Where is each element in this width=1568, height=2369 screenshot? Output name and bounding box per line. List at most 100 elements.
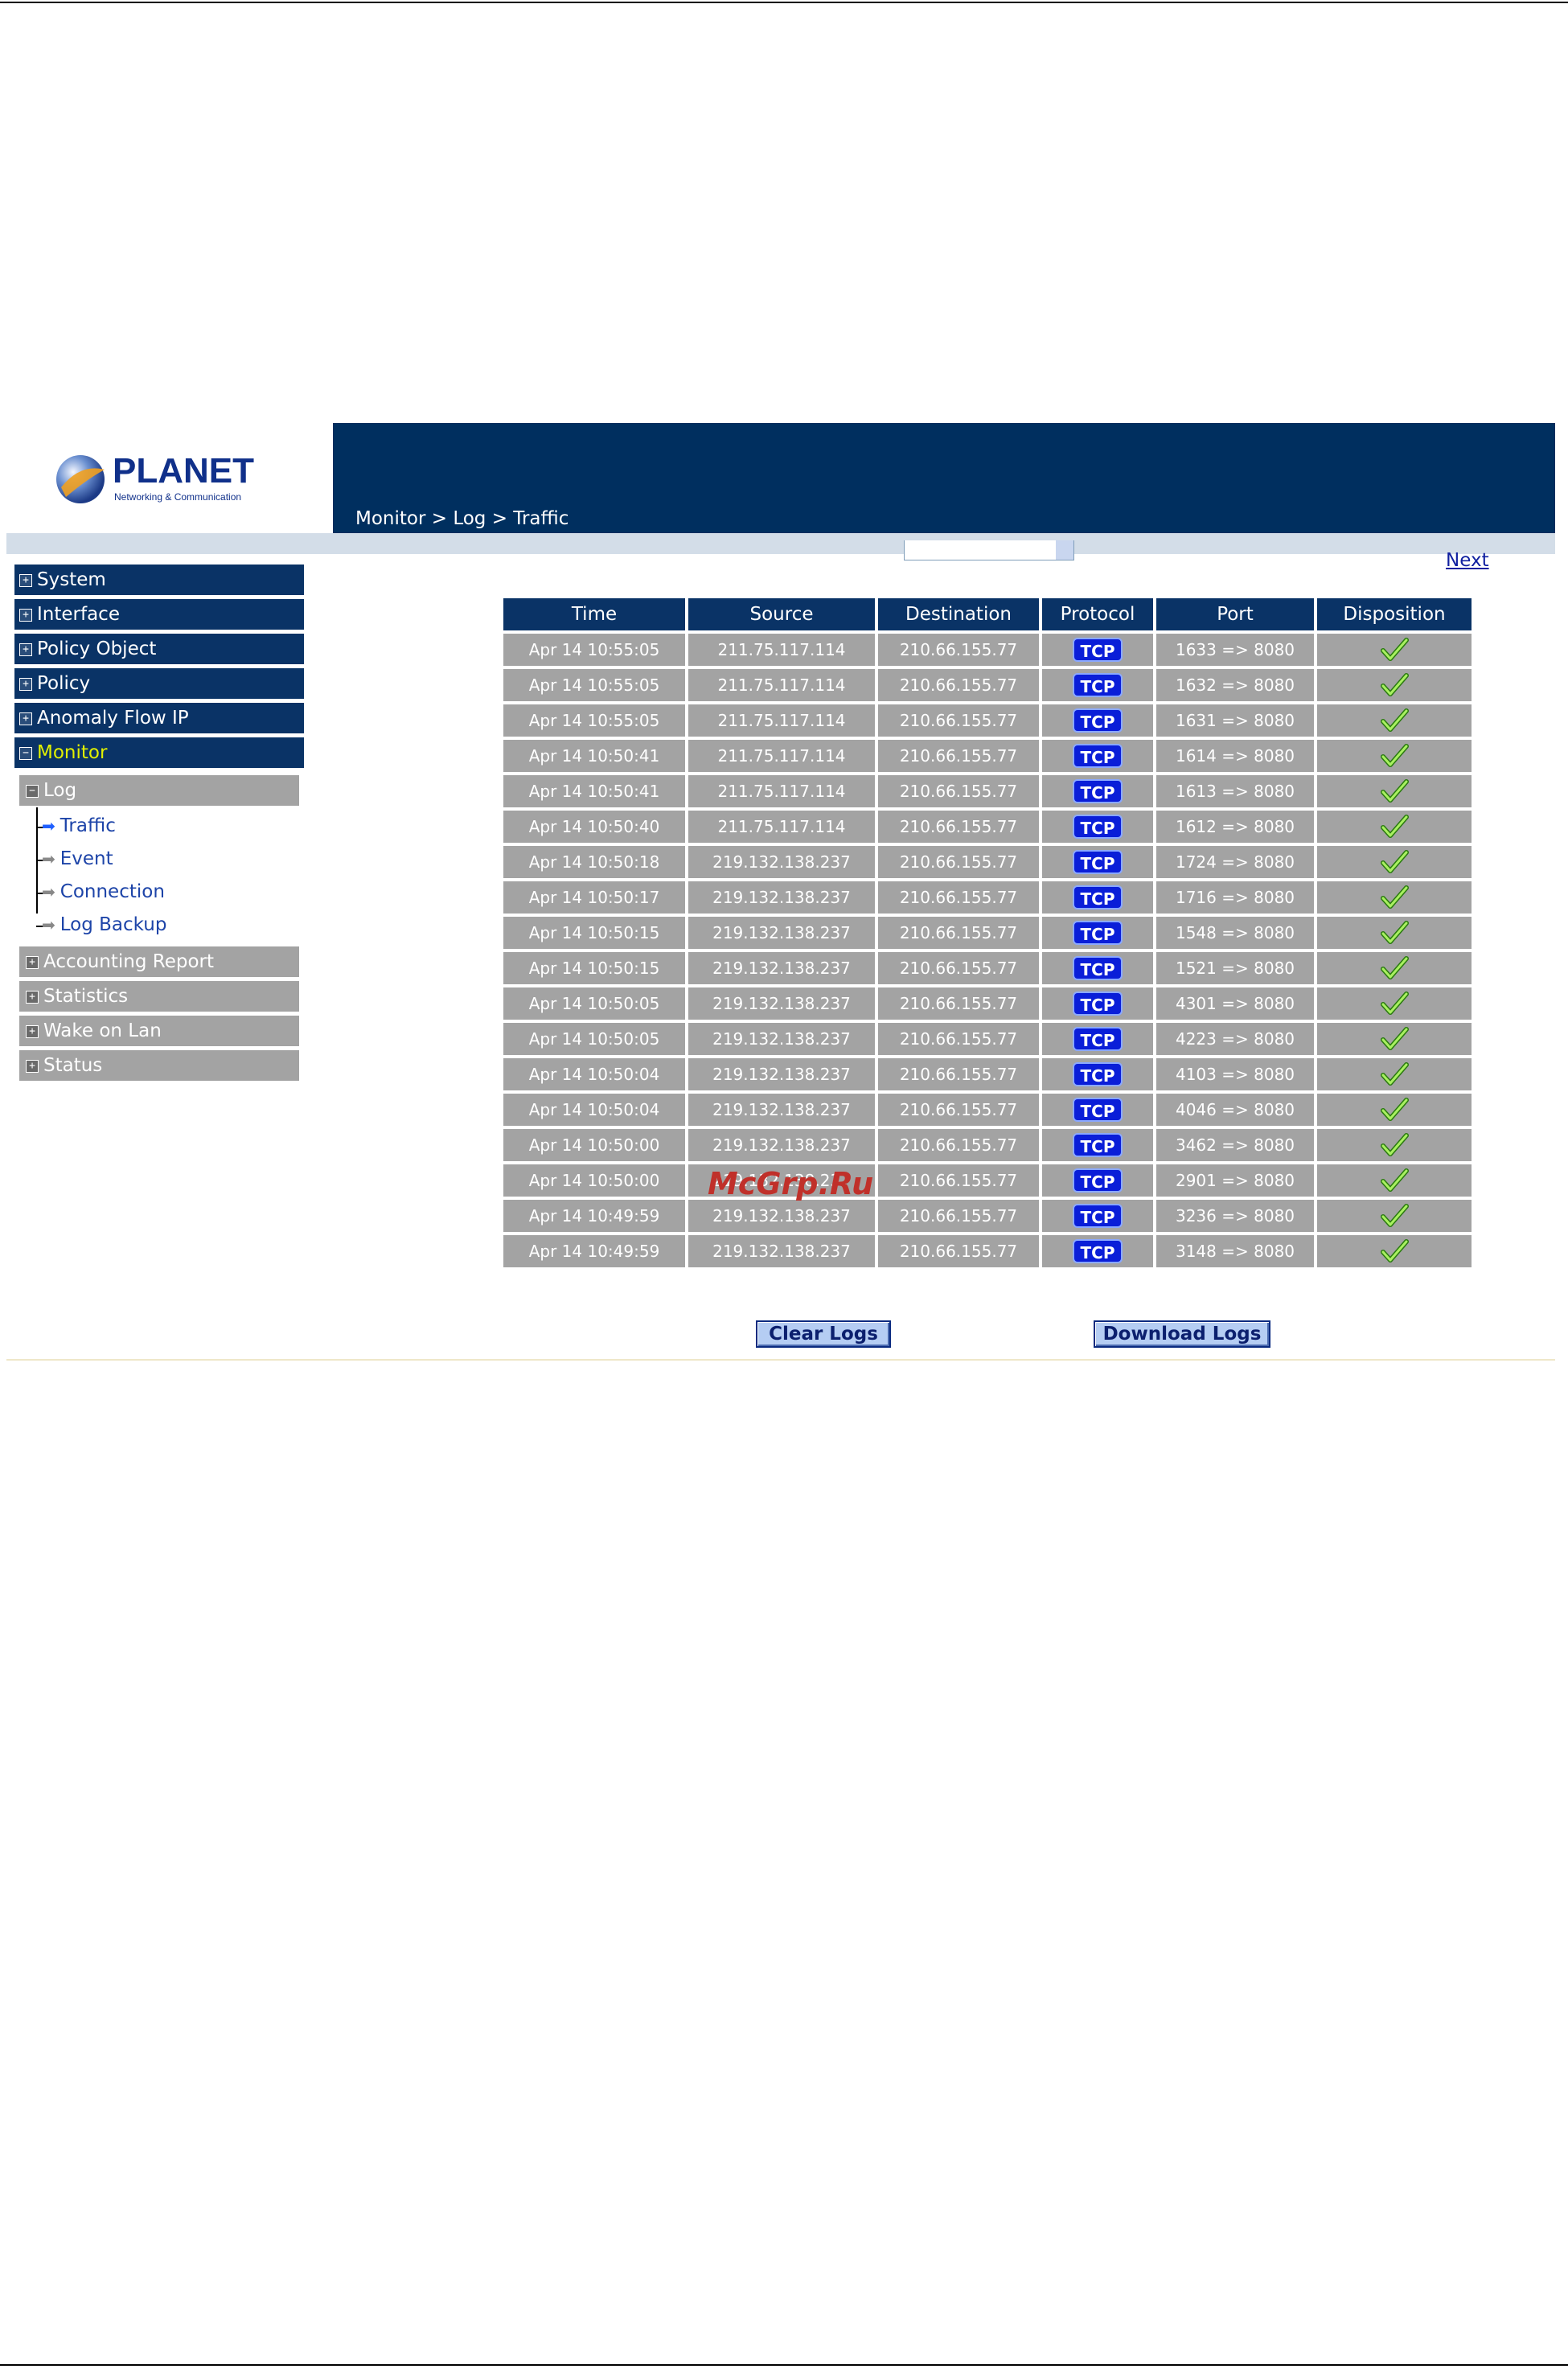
cell-protocol: TCP: [1042, 1129, 1153, 1161]
clear-logs-button[interactable]: Clear Logs: [756, 1320, 891, 1348]
check-icon: [1381, 921, 1409, 944]
cell-port: 3236 => 8080: [1156, 1200, 1314, 1232]
download-logs-button[interactable]: Download Logs: [1094, 1320, 1270, 1348]
cell-source: 211.75.117.114: [688, 740, 875, 772]
check-icon: [1381, 1133, 1409, 1156]
cell-source: 219.132.138.237: [688, 846, 875, 878]
cell-time: Apr 14 10:50:00: [503, 1164, 685, 1197]
sidebar-subitem-log[interactable]: − Log: [19, 775, 299, 806]
cell-disposition: [1317, 775, 1472, 807]
cell-destination: 210.66.155.77: [878, 1164, 1039, 1197]
sidebar-item-label: Interface: [37, 604, 120, 625]
cell-time: Apr 14 10:50:41: [503, 775, 685, 807]
cell-port: 1613 => 8080: [1156, 775, 1314, 807]
cell-disposition: [1317, 669, 1472, 701]
sidebar-subitem-label: Accounting Report: [43, 951, 214, 972]
sidebar-subitem-label: Status: [43, 1055, 103, 1076]
cell-time: Apr 14 10:50:00: [503, 1129, 685, 1161]
cell-time: Apr 14 10:49:59: [503, 1200, 685, 1232]
cell-protocol: TCP: [1042, 704, 1153, 737]
column-header-disposition: Disposition: [1317, 598, 1472, 630]
tcp-badge-icon: TCP: [1073, 638, 1123, 662]
cell-disposition: [1317, 704, 1472, 737]
cell-port: 1633 => 8080: [1156, 634, 1314, 666]
cell-port: 2901 => 8080: [1156, 1164, 1314, 1197]
column-header-destination: Destination: [878, 598, 1039, 630]
cell-source: 219.132.138.237: [688, 952, 875, 984]
cell-destination: 210.66.155.77: [878, 811, 1039, 843]
sidebar-subitem-label: Log: [43, 780, 77, 801]
cell-source: 219.132.138.237: [688, 917, 875, 949]
table-row: Apr 14 10:55:05 211.75.117.114 210.66.155.…: [503, 704, 1472, 737]
tcp-badge-icon: TCP: [1073, 673, 1123, 697]
sidebar-item-policy-object[interactable]: + Policy Object: [14, 634, 304, 664]
cell-source: 211.75.117.114: [688, 704, 875, 737]
sidebar-item-policy[interactable]: + Policy: [14, 668, 304, 699]
log-item-event[interactable]: ➡ Event: [42, 847, 113, 871]
sidebar-subitem-statistics[interactable]: + Statistics: [19, 981, 299, 1012]
expand-icon: +: [19, 574, 32, 587]
cell-time: Apr 14 10:50:04: [503, 1058, 685, 1090]
table-row: Apr 14 10:50:00 219.132.138.237 210.66.155…: [503, 1129, 1472, 1161]
sidebar-item-interface[interactable]: + Interface: [14, 599, 304, 630]
expand-icon: +: [26, 956, 39, 969]
next-page-link[interactable]: Next: [1446, 550, 1489, 571]
table-header-row: Time Source Destination Protocol Port Di…: [503, 598, 1472, 630]
page-select[interactable]: [904, 540, 1074, 560]
check-icon: [1381, 708, 1409, 732]
log-item-log-backup[interactable]: ➡ Log Backup: [42, 913, 166, 937]
log-item-label: Connection: [60, 881, 165, 902]
cell-time: Apr 14 10:55:05: [503, 704, 685, 737]
cell-source: 219.132.138.237: [688, 1200, 875, 1232]
sidebar-subitem-accounting-report[interactable]: + Accounting Report: [19, 946, 299, 977]
column-header-port: Port: [1156, 598, 1314, 630]
logo-tagline: Networking & Communication: [114, 491, 241, 503]
table-row: Apr 14 10:50:04 219.132.138.237 210.66.155…: [503, 1058, 1472, 1090]
expand-icon: +: [19, 643, 32, 656]
tcp-badge-icon: TCP: [1073, 921, 1123, 945]
tcp-badge-icon: TCP: [1073, 1133, 1123, 1157]
logo-area: PLANET Networking & Communication: [6, 423, 332, 533]
cell-port: 1632 => 8080: [1156, 669, 1314, 701]
expand-icon: +: [26, 991, 39, 1004]
cell-disposition: [1317, 1023, 1472, 1055]
cell-protocol: TCP: [1042, 1094, 1153, 1126]
table-row: Apr 14 10:50:04 219.132.138.237 210.66.155…: [503, 1094, 1472, 1126]
arrow-right-icon: ➡: [42, 849, 55, 868]
cell-port: 1521 => 8080: [1156, 952, 1314, 984]
sidebar-item-system[interactable]: + System: [14, 565, 304, 595]
check-icon: [1381, 956, 1409, 979]
cell-protocol: TCP: [1042, 775, 1153, 807]
check-icon: [1381, 1168, 1409, 1192]
tcp-badge-icon: TCP: [1073, 1168, 1123, 1193]
collapse-icon: −: [26, 785, 39, 798]
cell-time: Apr 14 10:55:05: [503, 634, 685, 666]
tcp-badge-icon: TCP: [1073, 1027, 1123, 1051]
cell-protocol: TCP: [1042, 740, 1153, 772]
sidebar-subitem-wake-on-lan[interactable]: + Wake on Lan: [19, 1016, 299, 1046]
cell-port: 4301 => 8080: [1156, 987, 1314, 1020]
check-icon: [1381, 815, 1409, 838]
expand-icon: +: [26, 1025, 39, 1038]
tcp-badge-icon: TCP: [1073, 1098, 1123, 1122]
sidebar-item-anomaly-flow-ip[interactable]: + Anomaly Flow IP: [14, 703, 304, 733]
cell-disposition: [1317, 634, 1472, 666]
sidebar-subitem-status[interactable]: + Status: [19, 1050, 299, 1081]
cell-disposition: [1317, 1235, 1472, 1267]
cell-destination: 210.66.155.77: [878, 775, 1039, 807]
expand-icon: +: [26, 1060, 39, 1073]
log-item-traffic[interactable]: ➡ Traffic: [42, 814, 116, 838]
check-icon: [1381, 1204, 1409, 1227]
planet-logo: PLANET Networking & Communication: [56, 451, 254, 503]
log-item-label: Log Backup: [60, 914, 167, 935]
log-item-connection[interactable]: ➡ Connection: [42, 880, 165, 904]
dropdown-arrow-icon[interactable]: [1056, 540, 1073, 560]
expand-icon: +: [19, 609, 32, 622]
arrow-right-icon: ➡: [42, 915, 55, 934]
sidebar-item-monitor[interactable]: − Monitor: [14, 737, 304, 768]
cell-time: Apr 14 10:55:05: [503, 669, 685, 701]
cell-destination: 210.66.155.77: [878, 669, 1039, 701]
table-row: Apr 14 10:50:17 219.132.138.237 210.66.155…: [503, 881, 1472, 914]
cell-source: 219.132.138.237: [688, 1094, 875, 1126]
expand-icon: +: [19, 678, 32, 691]
